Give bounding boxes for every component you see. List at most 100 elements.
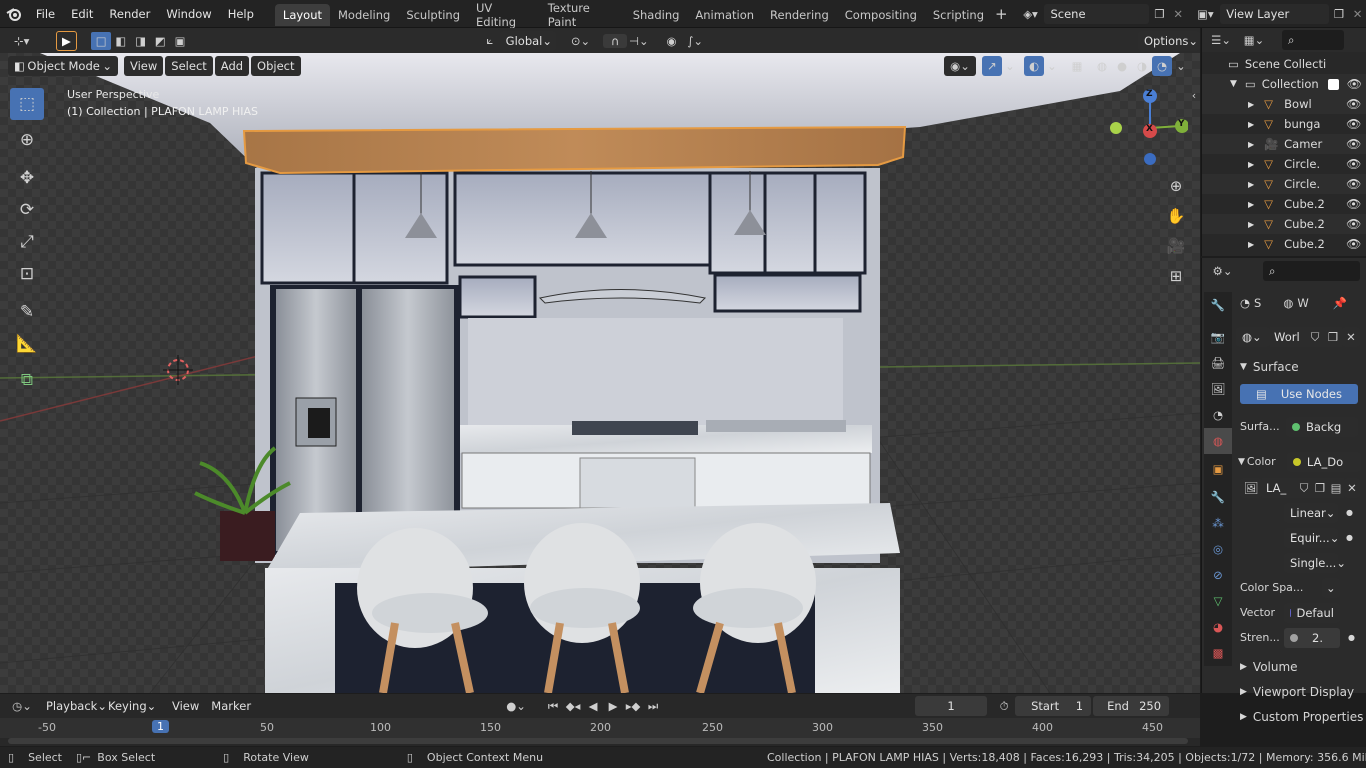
world-name-field[interactable]: Worl [1270, 327, 1306, 347]
scene-tab-icon[interactable]: ◔ [1204, 402, 1232, 428]
jump-end-icon[interactable]: ⏭ [643, 699, 663, 714]
blender-logo-icon[interactable] [0, 0, 28, 28]
menu-select[interactable]: Select [165, 56, 213, 76]
current-frame-field[interactable]: 1 [915, 696, 988, 716]
marker-menu[interactable]: Marker [205, 696, 257, 716]
custom-props-panel-header[interactable]: ▶ Custom Properties [1236, 704, 1364, 729]
select-mode-subtract-icon[interactable]: ◨ [131, 32, 151, 50]
physics-tab-icon[interactable]: ◎ [1204, 536, 1232, 562]
object-tab-icon[interactable]: ▣ [1204, 454, 1232, 484]
material-shading-icon[interactable]: ◑ [1132, 59, 1152, 73]
start-frame-field[interactable]: Start 1 [1015, 696, 1092, 716]
image-unlink-icon[interactable]: ✕ [1344, 478, 1360, 498]
overlay-dropdown-icon[interactable]: ⌄ [1044, 59, 1060, 73]
shading-dropdown-icon[interactable]: ⌄ [1172, 59, 1190, 73]
expand-arrow-icon[interactable]: ▶ [1248, 160, 1254, 169]
stopwatch-icon[interactable]: ⏱ [993, 699, 1015, 714]
eye-icon[interactable]: 👁 [1346, 157, 1361, 171]
expand-arrow-icon[interactable]: ▶ [1248, 220, 1254, 229]
tool-tab-icon[interactable]: 🔧 [1204, 292, 1232, 318]
prev-keyframe-icon[interactable]: ◆◂ [563, 699, 583, 713]
remove-scene-icon[interactable]: ✕ [1170, 7, 1187, 21]
tree-item[interactable]: ▶ ▽ Circle. 👁 [1202, 154, 1366, 174]
tab-shading[interactable]: Shading [625, 4, 688, 26]
gizmo-dropdown-icon[interactable]: ⌄ [1002, 59, 1018, 73]
world-browse[interactable]: ◍⌄ [1236, 327, 1270, 347]
strength-field[interactable]: 2. [1284, 627, 1340, 648]
snap-icon[interactable]: ∩ [603, 33, 627, 48]
data-tab-icon[interactable]: ▽ [1204, 588, 1232, 614]
volume-panel-header[interactable]: ▶ Volume [1236, 654, 1364, 679]
tab-modeling[interactable]: Modeling [330, 4, 398, 26]
zoom-icon[interactable]: ⊕ [1164, 171, 1188, 201]
sidebar-toggle-icon[interactable]: ‹ [1188, 89, 1200, 102]
tab-sculpting[interactable]: Sculpting [398, 4, 468, 26]
scene-field[interactable]: Scene [1044, 3, 1150, 24]
orientation-dropdown[interactable]: Global ⌄ [499, 30, 556, 51]
tab-compositing[interactable]: Compositing [837, 4, 925, 26]
cursor-tool[interactable]: ⊕ [10, 124, 44, 156]
world-tab-icon[interactable]: ◍ [1204, 428, 1232, 454]
timeline-view-menu[interactable]: View [166, 696, 205, 716]
add-cube-tool[interactable]: ⧉ [10, 364, 44, 396]
tab-animation[interactable]: Animation [687, 4, 762, 26]
eye-icon[interactable]: 👁 [1346, 217, 1361, 231]
image-name-field[interactable]: LA_ [1262, 478, 1296, 498]
pivot-point-icon[interactable]: ⊙⌄ [564, 34, 598, 48]
camera-view-icon[interactable]: 🎥 [1164, 231, 1188, 261]
outliner-search[interactable]: ⌕ [1282, 30, 1344, 50]
mode-dropdown[interactable]: ◧ Object Mode ⌄ [8, 56, 118, 76]
scene-icon[interactable]: ◈▾ [1017, 7, 1045, 21]
material-tab-icon[interactable]: ◕ [1204, 614, 1232, 640]
menu-file[interactable]: File [28, 0, 63, 28]
menu-object[interactable]: Object [251, 56, 301, 76]
expand-arrow-icon[interactable]: ▶ [1248, 140, 1254, 149]
properties-editor-icon[interactable]: ⚙⌄ [1208, 264, 1237, 278]
expand-arrow-icon[interactable]: ▶ [1248, 100, 1254, 109]
eye-icon[interactable]: 👁 [1346, 137, 1361, 151]
eye-icon[interactable]: 👁 [1346, 237, 1361, 251]
constraints-tab-icon[interactable]: ⊘ [1204, 562, 1232, 588]
view-layer-field[interactable]: View Layer [1220, 3, 1329, 24]
image-open-icon[interactable]: ▤ [1328, 478, 1344, 498]
3d-viewport[interactable]: ◧ Object Mode ⌄ View Select Add Object ◉⌄ … [0, 53, 1200, 693]
tab-layout[interactable]: Layout [274, 4, 330, 26]
end-frame-field[interactable]: End 250 [1093, 696, 1170, 716]
duplicate-icon[interactable]: ❐ [1324, 327, 1342, 347]
move-tool[interactable]: ✥ [10, 162, 44, 194]
active-tool-icon[interactable]: ▶ [55, 30, 78, 51]
playback-menu[interactable]: Playback ⌄ [40, 696, 107, 716]
color-space-dropdown[interactable]: ⌄ [1322, 577, 1340, 598]
render-tab-icon[interactable]: 📷 [1204, 324, 1232, 350]
eye-icon[interactable]: 👁 [1347, 77, 1362, 91]
record-icon[interactable]: ●⌄ [501, 699, 531, 713]
surface-node-field[interactable]: Backg [1286, 416, 1358, 437]
new-scene-icon[interactable]: ❐ [1149, 7, 1169, 21]
image-browse-icon[interactable]: 🖼 [1240, 478, 1262, 498]
properties-search[interactable]: ⌕ [1262, 261, 1360, 281]
add-workspace-icon[interactable]: + [992, 5, 1011, 23]
tree-item[interactable]: ▶ ▽ Circle. 👁 [1202, 174, 1366, 194]
xray-icon[interactable]: ▦ [1066, 59, 1088, 73]
visibility-icon[interactable]: ◉⌄ [944, 56, 976, 76]
viewport-display-panel-header[interactable]: ▶ Viewport Display [1236, 679, 1364, 704]
measure-tool[interactable]: 📐 [10, 328, 44, 360]
timeline-ruler[interactable]: -50 1 50 100 150 200 250 300 350 400 450 [0, 718, 1200, 738]
solid-shading-icon[interactable]: ● [1112, 59, 1132, 73]
select-box-tool[interactable]: ⬚ [10, 88, 44, 120]
expand-arrow-icon[interactable]: ▶ [1248, 120, 1254, 129]
play-icon[interactable]: ▶ [603, 699, 623, 713]
menu-edit[interactable]: Edit [63, 0, 101, 28]
falloff-icon[interactable]: ∫⌄ [682, 34, 708, 48]
checkbox-icon[interactable] [1327, 78, 1339, 90]
keyframe-dot-icon[interactable]: ● [1346, 508, 1353, 517]
extension-dropdown[interactable]: Single... ⌄ [1284, 552, 1346, 573]
menu-window[interactable]: Window [158, 0, 219, 28]
modifier-tab-icon[interactable]: 🔧 [1204, 484, 1232, 510]
select-mode-invert-icon[interactable]: ◩ [150, 32, 170, 50]
tab-scripting[interactable]: Scripting [925, 4, 992, 26]
display-mode-icon[interactable]: ▦⌄ [1240, 33, 1268, 47]
unlink-icon[interactable]: ✕ [1342, 327, 1360, 347]
options-dropdown[interactable]: Options ⌄ [1137, 30, 1200, 51]
keyframe-dot-icon[interactable]: ● [1348, 633, 1355, 642]
